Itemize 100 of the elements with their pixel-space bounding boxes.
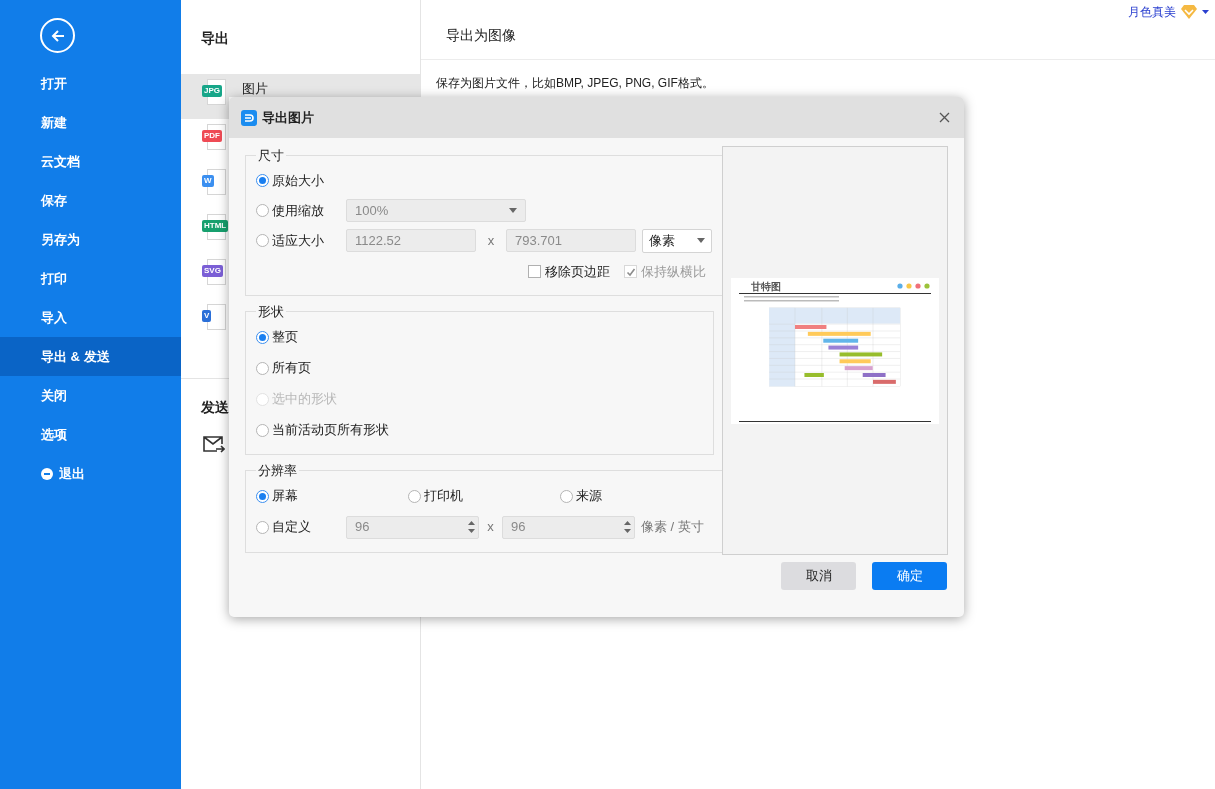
sidebar-item-label: 打开 xyxy=(41,74,67,93)
sidebar-item[interactable]: 导入 xyxy=(0,298,181,337)
sidebar-item-label: 云文档 xyxy=(41,152,80,171)
radio-button[interactable] xyxy=(256,234,269,247)
group-legend: 形状 xyxy=(256,302,286,322)
sidebar-item[interactable]: 选项 xyxy=(0,415,181,454)
dpi-x-field[interactable]: 96 xyxy=(346,515,479,539)
preview-title: 甘特图 xyxy=(751,280,781,292)
export-item[interactable]: JPG xyxy=(181,74,229,119)
export-item-label[interactable]: 图片 xyxy=(229,74,420,97)
panel-title: 导出 xyxy=(201,29,230,48)
times-sign: x xyxy=(486,518,495,537)
file-type-badge: W xyxy=(202,175,214,187)
height-field[interactable]: 793.701 xyxy=(506,229,636,252)
unit-label: 像素 / 英寸 xyxy=(641,518,704,537)
export-item[interactable]: SVG xyxy=(181,254,229,299)
content-description: 保存为图片文件，比如BMP, JPEG, PNG, GIF格式。 xyxy=(436,75,715,92)
file-type-badge: SVG xyxy=(202,265,223,277)
radio-button[interactable] xyxy=(256,204,269,217)
checkbox-label: 移除页边距 xyxy=(545,262,610,281)
sidebar-item[interactable]: 云文档 xyxy=(0,142,181,181)
dialog-button[interactable]: 取消 xyxy=(781,562,856,590)
sidebar-item-label: 保存 xyxy=(41,191,67,210)
sidebar-item-label: 新建 xyxy=(41,113,67,132)
radio-label: 适应大小 xyxy=(272,231,324,250)
radio-button[interactable] xyxy=(256,361,269,375)
caret-icon[interactable] xyxy=(1202,10,1209,14)
spinner-arrows-icon xyxy=(624,520,631,534)
sidebar-item[interactable]: 保存 xyxy=(0,181,181,220)
radio-button[interactable] xyxy=(256,174,269,187)
dialog-title: 导出图片 xyxy=(262,108,314,127)
sidebar-item-label: 退出 xyxy=(59,464,85,483)
diamond-badge-icon xyxy=(1180,4,1198,20)
minus-circle-icon xyxy=(41,467,53,480)
export-item[interactable]: HTML xyxy=(181,209,229,254)
radio-label: 使用缩放 xyxy=(272,201,324,220)
sidebar-item-label: 选项 xyxy=(41,425,67,444)
gantt-bar xyxy=(823,338,859,343)
mail-send-icon[interactable] xyxy=(203,436,225,454)
sidebar-item-label: 另存为 xyxy=(41,230,80,249)
sidebar-item[interactable]: 另存为 xyxy=(0,220,181,259)
back-button[interactable] xyxy=(40,18,75,53)
radio-label: 来源 xyxy=(576,487,602,506)
group-legend: 分辨率 xyxy=(256,461,299,481)
scale-dropdown[interactable]: 100% xyxy=(346,199,526,222)
export-item[interactable]: W xyxy=(181,164,229,209)
sidebar-item[interactable]: 退出 xyxy=(0,454,181,493)
sidebar-item-label: 关闭 xyxy=(41,386,67,405)
dialog-button[interactable]: 确定 xyxy=(872,562,947,590)
checkbox-label: 保持纵横比 xyxy=(641,262,706,281)
radio-label: 选中的形状 xyxy=(272,390,337,409)
content-title: 导出为图像 xyxy=(446,26,516,45)
sidebar-item[interactable]: 打开 xyxy=(0,64,181,103)
caret-icon xyxy=(509,208,517,213)
sidebar-item-label: 打印 xyxy=(41,269,67,288)
export-item[interactable]: PDF xyxy=(181,119,229,164)
gantt-bar xyxy=(804,372,824,377)
sidebar-item-label: 导出 & 发送 xyxy=(41,347,110,366)
radio-label: 整页 xyxy=(272,328,298,347)
file-type-badge: JPG xyxy=(202,85,222,97)
radio-label: 屏幕 xyxy=(272,487,298,506)
section-title: 发送 xyxy=(201,398,229,417)
dpi-y-field[interactable]: 96 xyxy=(502,515,635,539)
radio-label: 原始大小 xyxy=(272,171,324,190)
radio-label: 所有页 xyxy=(272,359,311,378)
spinner-arrows-icon xyxy=(468,520,475,534)
caret-icon xyxy=(697,238,705,243)
gantt-bar xyxy=(862,372,886,377)
sidebar-item[interactable]: 关闭 xyxy=(0,376,181,415)
unit-dropdown[interactable]: 像素 xyxy=(642,228,712,253)
back-arrow-icon xyxy=(49,27,66,44)
radio-button[interactable] xyxy=(256,423,269,437)
sidebar-item-label: 导入 xyxy=(41,308,67,327)
file-type-badge: PDF xyxy=(202,130,222,142)
radio-button[interactable] xyxy=(560,489,573,503)
gantt-bar xyxy=(873,379,896,384)
times-sign: x xyxy=(486,231,496,250)
group-legend: 尺寸 xyxy=(256,146,286,166)
radio-label: 自定义 xyxy=(272,518,311,537)
radio-button[interactable] xyxy=(256,489,269,503)
checkbox[interactable] xyxy=(528,265,541,278)
sidebar-item[interactable]: 新建 xyxy=(0,103,181,142)
gantt-bar xyxy=(795,324,827,329)
sidebar-item[interactable]: 打印 xyxy=(0,259,181,298)
gantt-bar xyxy=(839,358,871,363)
export-item[interactable]: V xyxy=(181,299,229,344)
status-icons-drawing xyxy=(897,283,931,289)
file-type-badge: HTML xyxy=(202,220,229,232)
radio-button[interactable] xyxy=(408,489,421,503)
sidebar-item[interactable]: 导出 & 发送 xyxy=(0,337,181,376)
radio-label: 当前活动页所有形状 xyxy=(272,421,389,440)
file-type-badge: V xyxy=(202,310,212,322)
width-field[interactable]: 1122.52 xyxy=(346,229,476,252)
gantt-bar xyxy=(807,331,871,336)
gantt-bar xyxy=(844,365,873,370)
radio-button[interactable] xyxy=(256,330,269,344)
app-logo-icon xyxy=(241,109,257,126)
user-name[interactable]: 月色真美 xyxy=(1128,3,1176,21)
close-icon xyxy=(938,112,950,123)
radio-button[interactable] xyxy=(256,520,269,534)
